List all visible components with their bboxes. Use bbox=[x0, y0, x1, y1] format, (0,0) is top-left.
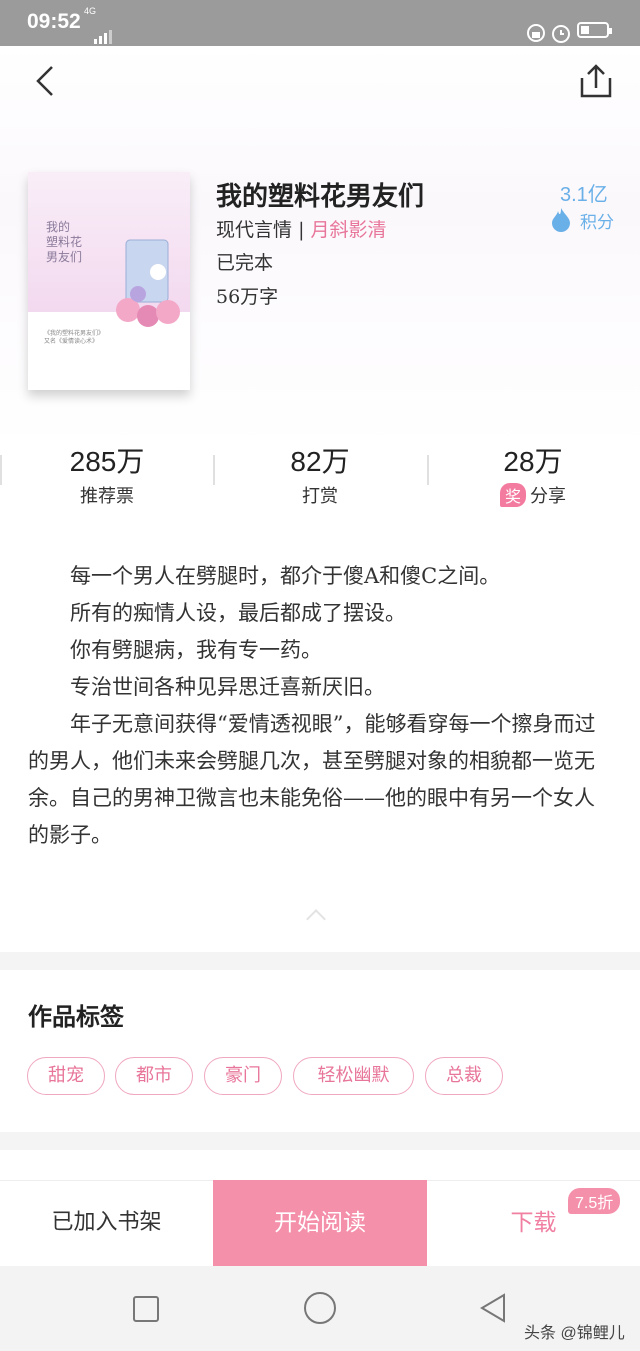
book-cover[interactable]: 我的 塑料花 男友们 《我的塑料花男友们》 又名《爱情读心术》 bbox=[28, 172, 190, 390]
cover-title-line: 塑料花 bbox=[46, 235, 83, 249]
discount-badge: 7.5折 bbox=[568, 1188, 621, 1214]
description-paragraph: 你有劈腿病，我有专一药。 bbox=[70, 638, 322, 662]
score-label: 积分 bbox=[580, 213, 614, 233]
description-paragraph: 专治世间各种见异思迁喜新厌旧。 bbox=[70, 675, 385, 699]
book-author[interactable]: 月斜影清 bbox=[311, 219, 387, 241]
tags-heading: 作品标签 bbox=[28, 1002, 124, 1031]
word-count: 56万字 bbox=[216, 286, 279, 308]
stat-label: 推荐票 bbox=[80, 486, 134, 507]
flame-icon bbox=[552, 208, 570, 232]
stat-tip[interactable]: 82万 打赏 bbox=[240, 440, 400, 508]
book-status: 已完本 bbox=[216, 252, 274, 274]
section-separator bbox=[0, 1132, 640, 1150]
tag-chip[interactable]: 豪门 bbox=[204, 1057, 282, 1095]
stat-value: 28万 bbox=[503, 446, 563, 477]
tag-chip[interactable]: 总裁 bbox=[425, 1057, 503, 1095]
book-genre-author: 现代言情 | 月斜影清 bbox=[216, 215, 387, 242]
description-paragraph: 年子无意间获得“爱情透视眼”，能够看穿每一个擦身而过的男人，他们未来会劈腿几次，… bbox=[28, 712, 596, 847]
book-title: 我的塑料花男友们 bbox=[216, 182, 425, 212]
stat-value: 285万 bbox=[69, 446, 145, 477]
tag-chip[interactable]: 都市 bbox=[115, 1057, 193, 1095]
cover-title-line: 男友们 bbox=[46, 250, 83, 264]
home-icon[interactable] bbox=[303, 1291, 337, 1325]
tag-chip[interactable]: 轻松幽默 bbox=[293, 1057, 414, 1095]
recent-apps-icon[interactable] bbox=[132, 1295, 160, 1323]
added-to-shelf-button[interactable]: 已加入书架 bbox=[0, 1180, 213, 1266]
description-paragraph: 每一个男人在劈腿时，都介于傻A和傻C之间。 bbox=[70, 564, 501, 588]
divider bbox=[427, 455, 429, 485]
status-bar: 09:52 4G bbox=[0, 0, 640, 46]
stat-label: 分享 bbox=[530, 486, 566, 507]
stat-share[interactable]: 28万 奖分享 bbox=[453, 440, 613, 508]
divider bbox=[0, 455, 2, 485]
reward-badge: 奖 bbox=[499, 483, 526, 507]
battery-icon bbox=[577, 22, 612, 38]
stat-label: 打赏 bbox=[302, 486, 338, 507]
signal-icon bbox=[94, 26, 114, 44]
stat-recommend[interactable]: 285万 推荐票 bbox=[27, 440, 187, 508]
collapse-chevron-icon[interactable] bbox=[306, 909, 326, 929]
section-separator bbox=[0, 952, 640, 970]
watermark: 头条 @锦鲤儿 bbox=[524, 1325, 625, 1342]
share-icon[interactable] bbox=[578, 62, 614, 100]
divider bbox=[213, 455, 215, 485]
cover-caption: 《我的塑料花男友们》 bbox=[44, 330, 105, 337]
separator: | bbox=[298, 219, 305, 241]
cover-title-line: 我的 bbox=[46, 220, 71, 234]
cover-caption: 又名《爱情读心术》 bbox=[44, 338, 99, 345]
score-value: 3.1亿 bbox=[560, 184, 608, 206]
lock-rotation-icon bbox=[527, 24, 545, 42]
network-type: 4G bbox=[84, 6, 97, 16]
description-paragraph: 所有的痴情人设，最后都成了摆设。 bbox=[70, 601, 406, 625]
stat-value: 82万 bbox=[290, 446, 350, 477]
book-description: 每一个男人在劈腿时，都介于傻A和傻C之间。 所有的痴情人设，最后都成了摆设。 你… bbox=[28, 558, 614, 854]
tag-chip[interactable]: 甜宠 bbox=[27, 1057, 105, 1095]
back-icon[interactable] bbox=[478, 1293, 508, 1323]
cover-illustration bbox=[116, 239, 180, 327]
alarm-icon bbox=[552, 25, 570, 43]
start-reading-button[interactable]: 开始阅读 bbox=[213, 1180, 427, 1266]
back-arrow-icon[interactable] bbox=[32, 64, 58, 98]
status-time: 09:52 bbox=[27, 10, 81, 33]
book-genre[interactable]: 现代言情 bbox=[216, 219, 292, 241]
